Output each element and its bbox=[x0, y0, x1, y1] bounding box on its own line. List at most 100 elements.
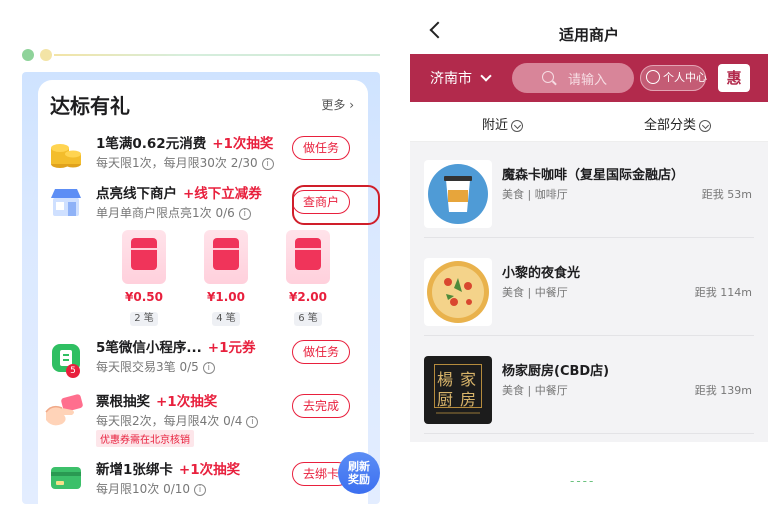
rewards-card: 达标有礼 更多 › 1笔满0.62元消费 +1次抽奖 每天限1次，每月限30次 2… bbox=[38, 80, 380, 504]
logo-char: 厨 bbox=[437, 390, 454, 409]
filter-nearby[interactable]: 附近 bbox=[482, 114, 524, 133]
list-item[interactable]: 楊 家 厨 房 杨家厨房(CBD店) 美食 | 中餐厅 距我 139m bbox=[410, 338, 768, 434]
circle-chevron-icon bbox=[511, 119, 524, 132]
search-icon bbox=[542, 71, 554, 83]
shop-category: 美食 | 中餐厅 bbox=[502, 286, 568, 299]
envelope-count: 6 笔 bbox=[294, 312, 322, 326]
info-icon[interactable]: i bbox=[202, 361, 215, 374]
hand-ticket-icon bbox=[42, 392, 83, 428]
logo-char: 房 bbox=[460, 390, 477, 409]
city-selector[interactable]: 济南市 bbox=[430, 68, 492, 88]
hui-logo[interactable]: 惠 bbox=[718, 64, 750, 92]
red-envelope-icon bbox=[122, 230, 166, 284]
wechat-miniprogram-icon: 5 bbox=[48, 340, 84, 378]
task-reward: +线下立减券 bbox=[183, 186, 262, 202]
shop-name: 杨家厨房(CBD店) bbox=[502, 364, 610, 379]
do-task-button[interactable]: 做任务 bbox=[292, 136, 350, 160]
info-icon[interactable]: i bbox=[238, 207, 251, 220]
circle-chevron-icon bbox=[699, 119, 712, 132]
refresh-label: 奖励 bbox=[348, 473, 370, 486]
task-name: 点亮线下商户 bbox=[96, 186, 177, 202]
task-name: 票根抽奖 bbox=[96, 394, 150, 410]
shop-name: 小黎的夜食光 bbox=[502, 266, 581, 281]
red-envelope-icon bbox=[286, 230, 330, 284]
task-reward: +1次抽奖 bbox=[178, 462, 241, 478]
refresh-rewards-button[interactable]: 刷新 奖励 bbox=[338, 452, 380, 494]
envelope-tier[interactable]: ¥0.50 2 笔 bbox=[122, 230, 166, 326]
restaurant-logo: 楊 家 厨 房 bbox=[424, 356, 492, 424]
user-center-label: 个人中心 bbox=[663, 71, 707, 84]
list-item[interactable]: 小黎的夜食光 美食 | 中餐厅 距我 114m bbox=[410, 240, 768, 336]
refresh-label: 刷新 bbox=[348, 460, 370, 473]
go-complete-button[interactable]: 去完成 bbox=[292, 394, 350, 418]
nav-bar: 适用商户 bbox=[410, 0, 768, 54]
task-row: 新增1张绑卡 +1次抽奖 每月限10次 0/10 i 去绑卡 bbox=[38, 454, 368, 504]
envelope-amount: ¥2.00 bbox=[289, 290, 327, 304]
filter-label: 附近 bbox=[482, 118, 509, 133]
task-name: 1笔满0.62元消费 bbox=[96, 136, 207, 152]
coffee-logo bbox=[424, 160, 492, 228]
do-task-button[interactable]: 做任务 bbox=[292, 340, 350, 364]
envelope-tier[interactable]: ¥2.00 6 笔 bbox=[286, 230, 330, 326]
user-icon bbox=[646, 70, 660, 84]
shop-distance: 距我 53m bbox=[701, 188, 752, 201]
bank-card-icon bbox=[48, 460, 84, 496]
merchant-list: 魔森卡咖啡（复星国际金融店） 美食 | 咖啡厅 距我 53m 小黎的夜食光 美食… bbox=[410, 142, 768, 442]
envelope-amount: ¥1.00 bbox=[207, 290, 245, 304]
notification-badge: 5 bbox=[66, 364, 80, 378]
envelope-tier[interactable]: ¥1.00 4 笔 bbox=[204, 230, 248, 326]
task-limit: 单月单商户限点亮1次 0/6 bbox=[96, 206, 235, 220]
page-title: 适用商户 bbox=[558, 26, 619, 44]
shop-distance: 距我 114m bbox=[694, 286, 752, 299]
search-input[interactable]: 请输入 bbox=[512, 63, 634, 93]
rewards-panel: 达标有礼 更多 › 1笔满0.62元消费 +1次抽奖 每天限1次，每月限30次 2… bbox=[22, 72, 380, 504]
city-label: 济南市 bbox=[430, 71, 472, 87]
list-item[interactable]: 魔森卡咖啡（复星国际金融店） 美食 | 咖啡厅 距我 53m bbox=[410, 142, 768, 238]
search-bar: 济南市 请输入 个人中心 惠 bbox=[410, 54, 768, 102]
task-name: 新增1张绑卡 bbox=[96, 462, 173, 478]
info-icon[interactable]: i bbox=[246, 415, 259, 428]
task-limit: 每月限10次 0/10 bbox=[96, 482, 191, 496]
envelope-count: 4 笔 bbox=[212, 312, 240, 326]
task-row: 1笔满0.62元消费 +1次抽奖 每天限1次，每月限30次 2/30 i 做任务 bbox=[38, 128, 368, 184]
task-row: 5 5笔微信小程序... +1元券 每天限交易3笔 0/5 i 做任务 bbox=[38, 332, 368, 388]
shop-name: 魔森卡咖啡（复星国际金融店） bbox=[502, 168, 685, 183]
task-reward: +1次抽奖 bbox=[212, 136, 274, 152]
filter-label: 全部分类 bbox=[644, 118, 697, 133]
task-limit: 每天限2次，每月限4次 0/4 bbox=[96, 414, 243, 428]
task-reward: +1次抽奖 bbox=[156, 394, 218, 410]
pizza-logo bbox=[424, 258, 492, 326]
task-name: 5笔微信小程序... bbox=[96, 340, 202, 356]
task-limit: 每天限交易3笔 0/5 bbox=[96, 360, 199, 374]
filter-category[interactable]: 全部分类 bbox=[644, 114, 712, 133]
envelope-count: 2 笔 bbox=[130, 312, 158, 326]
divider bbox=[424, 433, 754, 434]
loading-indicator: ---- bbox=[570, 474, 596, 488]
shop-distance: 距我 139m bbox=[694, 384, 752, 397]
task-note: 优惠券需在北京核销 bbox=[96, 430, 194, 447]
divider-line bbox=[54, 54, 380, 56]
more-link[interactable]: 更多 › bbox=[321, 96, 354, 113]
chevron-down-icon bbox=[480, 70, 492, 82]
storefront-icon bbox=[48, 184, 84, 220]
red-envelope-tiers: ¥0.50 2 笔 ¥1.00 4 笔 ¥2.00 6 笔 bbox=[98, 230, 358, 330]
envelope-amount: ¥0.50 bbox=[125, 290, 163, 304]
coins-icon bbox=[48, 134, 84, 170]
highlight-ring bbox=[292, 185, 380, 225]
user-center-button[interactable]: 个人中心 bbox=[640, 65, 707, 91]
divider bbox=[424, 335, 754, 336]
shop-category: 美食 | 咖啡厅 bbox=[502, 188, 568, 201]
filter-bar: 附近 全部分类 bbox=[410, 102, 768, 142]
shop-category: 美食 | 中餐厅 bbox=[502, 384, 568, 397]
info-icon[interactable]: i bbox=[261, 157, 274, 170]
task-reward: +1元券 bbox=[207, 340, 256, 356]
divider bbox=[424, 237, 754, 238]
merchant-list-screen: 适用商户 济南市 请输入 个人中心 惠 附近 全部分类 魔森卡咖啡（复星国际金融… bbox=[410, 0, 768, 526]
yellow-dot bbox=[40, 49, 52, 61]
green-dot bbox=[22, 49, 34, 61]
top-decoration bbox=[18, 46, 380, 66]
red-envelope-icon bbox=[204, 230, 248, 284]
task-row: 票根抽奖 +1次抽奖 每天限2次，每月限4次 0/4 i 优惠券需在北京核销 去完成 bbox=[38, 386, 368, 447]
task-limit: 每天限1次，每月限30次 2/30 bbox=[96, 156, 258, 170]
info-icon[interactable]: i bbox=[194, 483, 207, 496]
